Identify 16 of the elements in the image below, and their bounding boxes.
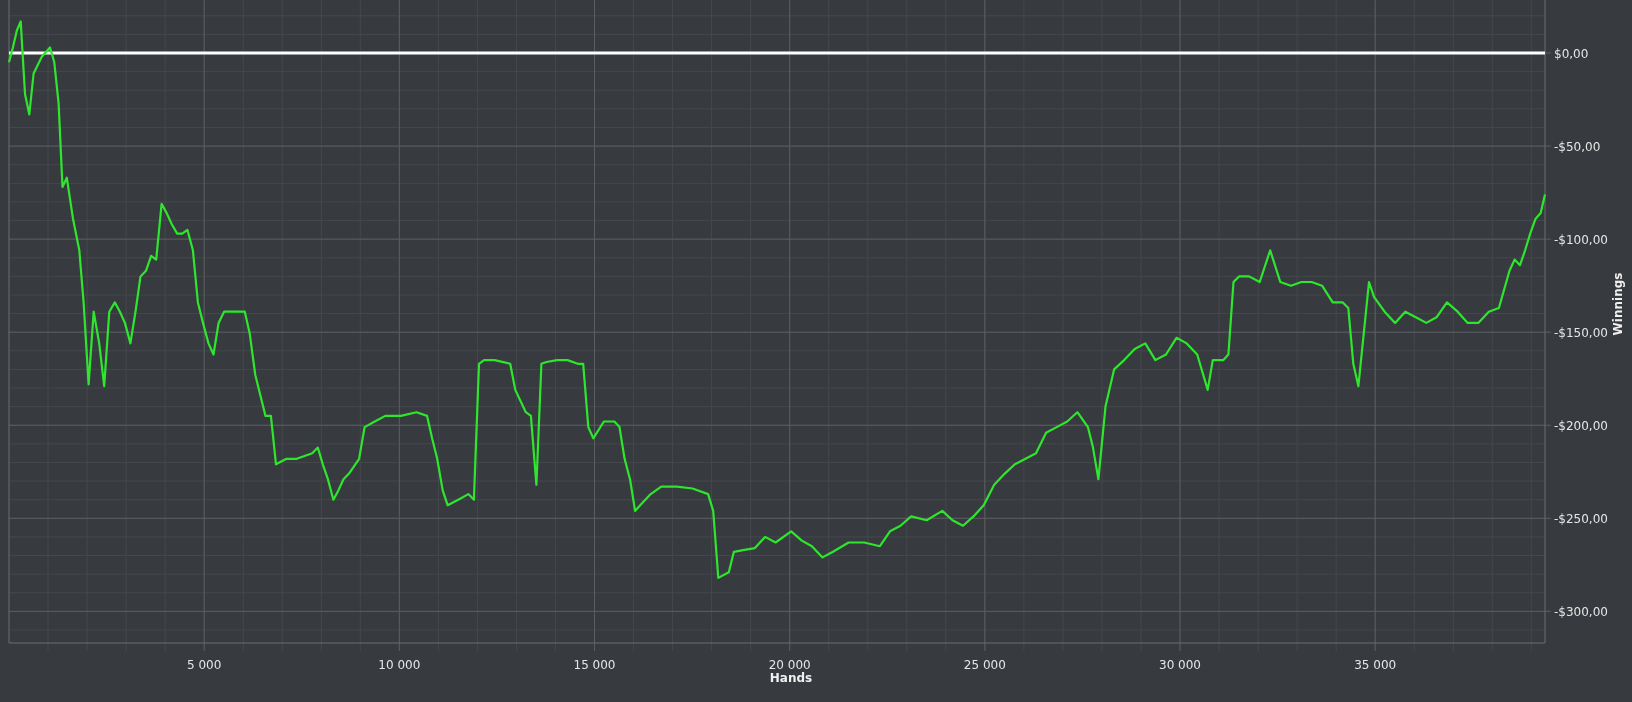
x-tick-label: 5 000 bbox=[187, 658, 222, 672]
y-tick-label: -$300,00 bbox=[1554, 605, 1608, 620]
x-tick-label: 25 000 bbox=[963, 658, 1006, 672]
x-tick-label: 20 000 bbox=[768, 658, 811, 672]
y-tick-label: -$200,00 bbox=[1554, 419, 1608, 434]
y-tick-label: -$150,00 bbox=[1554, 326, 1608, 341]
x-tick-label: 10 000 bbox=[378, 658, 421, 672]
x-axis-title: Hands bbox=[769, 671, 813, 685]
y-tick-label: -$100,00 bbox=[1554, 233, 1608, 248]
y-tick-label: -$250,00 bbox=[1554, 512, 1608, 527]
y-tick-label: $0,00 bbox=[1554, 47, 1589, 62]
x-tick-label: 15 000 bbox=[573, 658, 616, 672]
y-tick-label: -$50,00 bbox=[1554, 140, 1601, 155]
y-axis-title: Winnings bbox=[1611, 272, 1625, 336]
x-tick-label: 30 000 bbox=[1159, 658, 1202, 672]
x-tick-label: 35 000 bbox=[1354, 658, 1397, 672]
